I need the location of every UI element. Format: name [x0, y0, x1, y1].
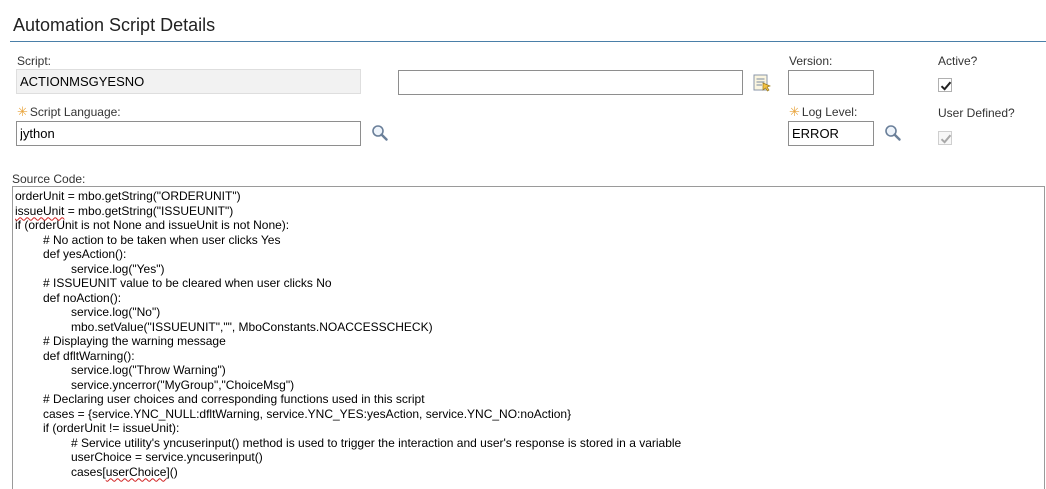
- active-checkbox[interactable]: [938, 78, 952, 92]
- code-line: service.log("No"): [71, 305, 161, 319]
- code-line: # Service utility's yncuserinput() metho…: [71, 435, 682, 450]
- source-code-editor[interactable]: orderUnit = mbo.getString("ORDERUNIT") is…: [12, 186, 1045, 489]
- code-line: issueUnit = mbo.getString("ISSUEUNIT"): [15, 203, 234, 218]
- source-code-label: Source Code:: [12, 172, 86, 186]
- code-line: # ISSUEUNIT value to be cleared when use…: [43, 276, 332, 290]
- script-description-input[interactable]: [398, 70, 743, 95]
- magnifier-icon[interactable]: [884, 124, 902, 142]
- code-line: # No action to be taken when user clicks…: [43, 232, 281, 247]
- script-language-input[interactable]: [16, 121, 361, 146]
- required-marker: ✳: [789, 104, 800, 119]
- checkmark-icon: [940, 81, 952, 91]
- code-line: userChoice = service.yncuserinput(): [71, 450, 263, 464]
- code-line: def dfltWarning():: [43, 348, 135, 363]
- script-field[interactable]: ACTIONMSGYESNO: [16, 69, 361, 94]
- code-line: cases[userChoice](): [71, 464, 178, 479]
- active-label: Active?: [938, 54, 978, 68]
- checkmark-icon: [940, 134, 952, 144]
- code-line: service.log("Yes"): [71, 261, 165, 276]
- code-line: # Declaring user choices and correspondi…: [43, 392, 425, 406]
- required-marker: ✳: [17, 104, 28, 119]
- version-label: Version:: [789, 54, 833, 68]
- code-line: if (orderUnit is not None and issueUnit …: [15, 218, 290, 232]
- code-line: # Displaying the warning message: [43, 334, 226, 348]
- user-defined-label: User Defined?: [938, 106, 1015, 120]
- page-title: Automation Script Details: [13, 15, 216, 35]
- code-line: service.yncerror("MyGroup","ChoiceMsg"): [71, 377, 295, 392]
- code-line: cases = {service.YNC_NULL:dfltWarning, s…: [43, 406, 572, 421]
- version-input[interactable]: [788, 70, 874, 95]
- code-line: mbo.setValue("ISSUEUNIT","", MboConstant…: [71, 319, 433, 334]
- code-line: if (orderUnit != issueUnit):: [43, 421, 180, 435]
- code-line: service.log("Throw Warning"): [71, 363, 226, 377]
- log-level-input[interactable]: [788, 121, 874, 146]
- script-language-label: ✳ Script Language:: [17, 104, 121, 119]
- log-level-label: ✳ Log Level:: [789, 104, 858, 119]
- user-defined-checkbox: [938, 131, 952, 145]
- title-divider: [10, 41, 1046, 42]
- code-line: def yesAction():: [43, 247, 127, 261]
- code-line: def noAction():: [43, 290, 122, 305]
- magnifier-icon[interactable]: [371, 124, 389, 142]
- script-label: Script:: [17, 54, 52, 68]
- code-line: orderUnit = mbo.getString("ORDERUNIT"): [15, 189, 241, 203]
- detail-menu-icon[interactable]: [752, 72, 772, 92]
